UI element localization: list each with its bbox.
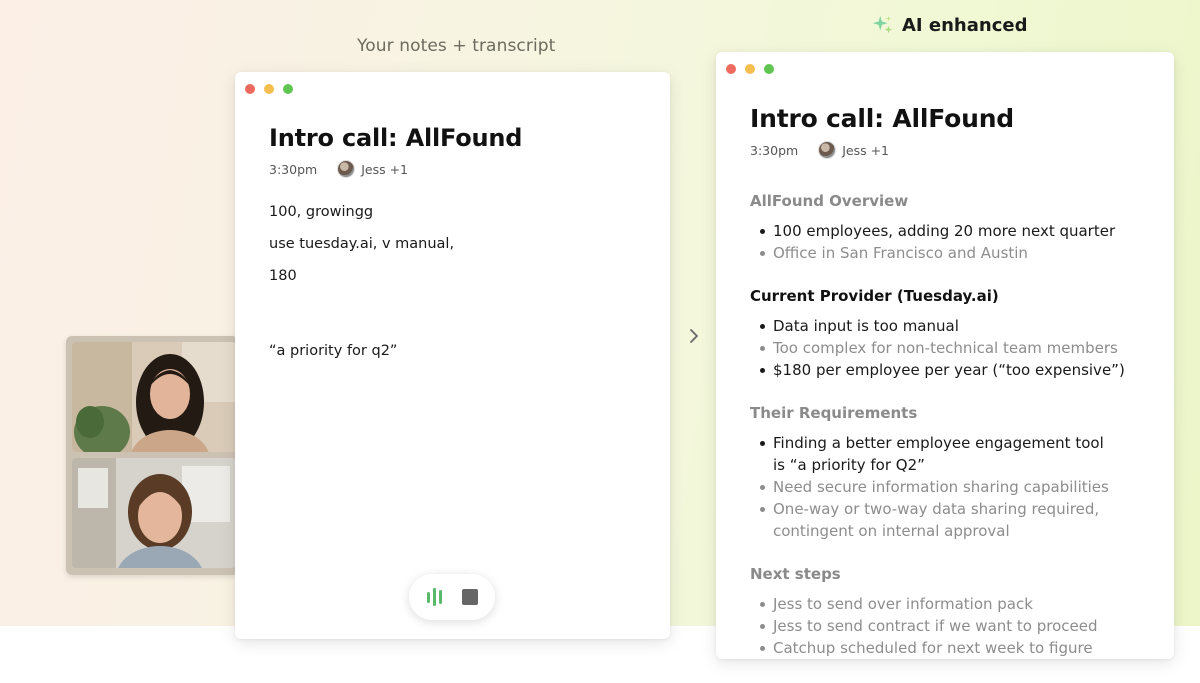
summary-bullet: Need secure information sharing capabili… <box>760 476 1140 498</box>
summary-bullet: Jess to send contract if we want to proc… <box>760 615 1140 637</box>
participant-avatar <box>337 160 356 178</box>
note-line: “a priority for q2” <box>269 343 398 359</box>
maximize-window-button[interactable] <box>764 64 774 74</box>
close-window-button[interactable] <box>726 64 736 74</box>
participant-video-man <box>72 458 236 568</box>
ai-enhanced-label: AI enhanced <box>902 14 1028 36</box>
enhanced-title: Intro call: AllFound <box>750 104 1015 133</box>
section-heading: AllFound Overview <box>750 192 909 210</box>
meeting-time: 3:30pm <box>269 161 318 177</box>
summary-bullet: 100 employees, adding 20 more next quart… <box>760 220 1140 242</box>
maximize-window-button[interactable] <box>283 84 293 94</box>
window-controls <box>245 84 293 94</box>
recording-controls <box>409 574 495 620</box>
minimize-window-button[interactable] <box>264 84 274 94</box>
notes-window: Intro call: AllFound 3:30pm Jess +1 100,… <box>235 72 670 639</box>
note-line: 180 <box>269 268 297 284</box>
audio-waveform-icon[interactable] <box>426 588 442 606</box>
sparkle-icon <box>872 15 893 34</box>
note-line: use tuesday.ai, v manual, <box>269 236 455 252</box>
section-heading: Their Requirements <box>750 404 918 422</box>
summary-bullet: Office in San Francisco and Austin <box>760 242 1140 264</box>
window-controls <box>726 64 774 74</box>
summary-bullet: Data input is too manual <box>760 315 1140 337</box>
participant-avatar <box>818 141 837 159</box>
summary-bullet: One-way or two-way data sharing required… <box>760 498 1105 542</box>
participant-video-woman <box>72 342 236 452</box>
summary-bullet: Jess to send over information pack <box>760 593 1140 615</box>
chevron-right-icon <box>686 325 702 347</box>
summary-bullet: $180 per employee per year (“too expensi… <box>760 359 1140 381</box>
notes-caption: Your notes + transcript <box>357 36 556 56</box>
participants-label[interactable]: Jess +1 <box>361 162 408 177</box>
summary-bullet: Catchup scheduled for next week to figur… <box>760 637 1140 659</box>
summary-bullet: Finding a better employee engagement too… <box>760 432 1105 476</box>
video-call-panel <box>66 336 238 575</box>
enhanced-notes-window: Intro call: AllFound 3:30pm Jess +1 AllF… <box>716 52 1174 659</box>
ai-enhanced-caption: AI enhanced <box>872 14 1027 36</box>
section-heading: Next steps <box>750 565 841 583</box>
section-heading: Current Provider (Tuesday.ai) <box>750 287 999 305</box>
minimize-window-button[interactable] <box>745 64 755 74</box>
enhanced-meta: 3:30pm Jess +1 <box>750 141 889 159</box>
summary-bullet: Too complex for non-technical team membe… <box>760 337 1140 359</box>
meeting-time: 3:30pm <box>750 142 799 158</box>
close-window-button[interactable] <box>245 84 255 94</box>
notes-meta: 3:30pm Jess +1 <box>269 160 408 178</box>
notes-title: Intro call: AllFound <box>269 124 523 152</box>
participants-label[interactable]: Jess +1 <box>842 143 889 158</box>
note-line: 100, growingg <box>269 204 374 220</box>
stop-icon[interactable] <box>461 589 478 605</box>
